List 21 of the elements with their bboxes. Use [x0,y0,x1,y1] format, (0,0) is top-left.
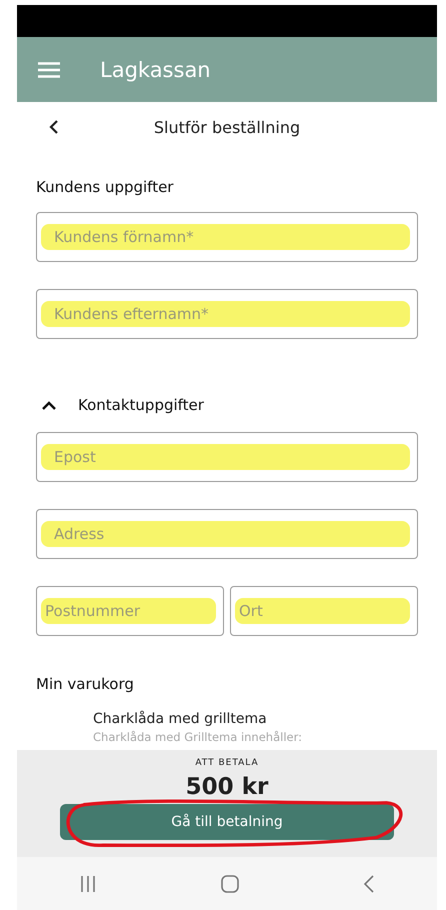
menu-icon[interactable] [38,62,60,78]
recent-apps-icon[interactable] [79,874,97,892]
input-field[interactable]: Postnummer [36,586,224,636]
product-description: Charklåda med Grilltema innehåller: [93,730,303,744]
chevron-icon[interactable] [42,400,56,410]
app-title: Lagkassan [100,58,211,82]
payment-button[interactable]: Gå till betalning [60,804,394,840]
home-icon[interactable] [221,874,239,892]
input-field[interactable]: Kundens förnamn* [36,212,418,262]
back-icon[interactable] [49,120,59,134]
total-amount: 500 kr [186,774,268,800]
product-name: Charklåda med grilltema [93,711,268,727]
total-label: ATT BETALA [195,758,259,768]
input-field[interactable]: Epost [36,432,418,482]
page-title: Slutför beställning [154,118,300,136]
input-field[interactable]: Adress [36,509,418,559]
section-title: Kontaktuppgifter [78,396,204,414]
section-title: Min varukorg [36,675,135,693]
section-title: Kundens uppgifter [36,178,174,196]
input-field[interactable]: Ort [230,586,418,636]
input-field[interactable]: Kundens efternamn* [36,289,418,339]
